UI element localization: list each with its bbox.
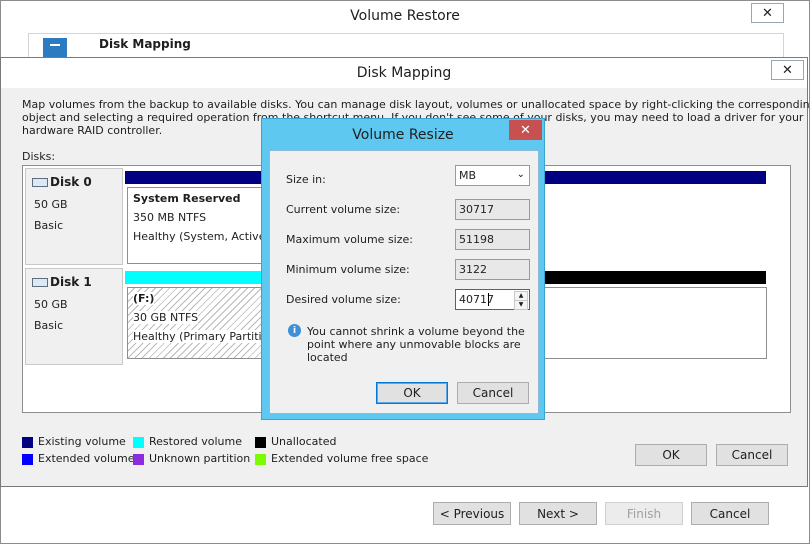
volume-restore-close-button[interactable]: ✕	[751, 3, 784, 23]
size-in-value: MB	[459, 169, 477, 182]
legend-unknown: Unknown partition	[149, 452, 251, 465]
volume-name: System Reserved	[133, 192, 241, 205]
disk-1-name: Disk 1	[50, 275, 92, 289]
info-line-1: You cannot shrink a volume beyond the	[307, 325, 525, 338]
disk-0-volume-system-reserved[interactable]: System Reserved 350 MB NTFS Healthy (Sys…	[127, 187, 269, 264]
volume-resize-dialog: Volume Resize ✕ Size in: MB ⌄ Current vo…	[261, 118, 545, 420]
disk-1-volume-f[interactable]: (F:) 30 GB NTFS Healthy (Primary Partiti…	[127, 287, 269, 359]
volume-name: (F:)	[133, 292, 155, 305]
volume-restore-title: Volume Restore	[350, 8, 460, 24]
disk-mapping-title: Disk Mapping	[356, 65, 452, 81]
desired-size-label: Desired volume size:	[286, 293, 401, 306]
previous-button[interactable]: < Previous	[433, 502, 511, 525]
resize-cancel-button[interactable]: Cancel	[457, 382, 529, 404]
disk-1-size: 50 GB	[34, 298, 68, 311]
disk-mapping-cancel-button[interactable]: Cancel	[716, 444, 788, 466]
info-line-3: located	[307, 351, 348, 364]
disk-mapping-titlebar: Disk Mapping	[1, 58, 807, 88]
legend-swatch-restored	[133, 437, 144, 448]
legend-extended-free: Extended volume free space	[271, 452, 429, 465]
info-icon: i	[288, 324, 301, 337]
current-size-label: Current volume size:	[286, 203, 401, 216]
desired-size-stepper[interactable]: 40717 ▲ ▼	[455, 289, 530, 310]
legend-restored: Restored volume	[149, 435, 242, 448]
info-line-2: point where any unmovable blocks are	[307, 338, 521, 351]
legend-unallocated: Unallocated	[271, 435, 337, 448]
legend-swatch-extended-free	[255, 454, 266, 465]
disk-1-info[interactable]: Disk 1 50 GB Basic	[25, 268, 123, 365]
resize-ok-button[interactable]: OK	[376, 382, 448, 404]
volume-size-fs: 30 GB NTFS	[133, 311, 199, 324]
wizard-step-title: Disk Mapping	[99, 37, 191, 51]
disk-0-size: 50 GB	[34, 198, 68, 211]
next-button[interactable]: Next >	[519, 502, 597, 525]
legend-swatch-existing	[22, 437, 33, 448]
volume-resize-body: Size in: MB ⌄ Current volume size: 30717…	[269, 150, 539, 414]
stepper-down-arrow-icon[interactable]: ▼	[514, 300, 528, 310]
disk-0-name: Disk 0	[50, 175, 92, 189]
finish-button[interactable]: Finish	[605, 502, 683, 525]
maximum-size-field: 51198	[455, 229, 530, 250]
maximum-size-label: Maximum volume size:	[286, 233, 413, 246]
disks-label: Disks:	[22, 150, 56, 163]
disk-0-type: Basic	[34, 219, 64, 232]
disk-0-info[interactable]: Disk 0 50 GB Basic	[25, 168, 123, 265]
legend-swatch-extended	[22, 454, 33, 465]
legend-existing: Existing volume	[38, 435, 126, 448]
wizard-header: Disk Mapping	[28, 33, 784, 60]
minimum-size-field: 3122	[455, 259, 530, 280]
description-line-1: Map volumes from the backup to available…	[22, 98, 810, 111]
volume-resize-close-button[interactable]: ✕	[509, 120, 542, 140]
disk-icon	[32, 278, 48, 287]
disk-mapping-ok-button[interactable]: OK	[635, 444, 707, 466]
current-size-field: 30717	[455, 199, 530, 220]
volume-resize-titlebar: Volume Resize	[262, 119, 544, 150]
volume-size-fs: 350 MB NTFS	[133, 211, 207, 224]
volume-restore-titlebar: Volume Restore	[1, 1, 809, 31]
volume-status: Healthy (System, Active,	[133, 230, 269, 243]
description-line-3: hardware RAID controller.	[22, 124, 163, 137]
minimum-size-label: Minimum volume size:	[286, 263, 410, 276]
volume-status: Healthy (Primary Partitio	[133, 330, 269, 343]
chevron-down-icon: ⌄	[516, 169, 525, 180]
text-cursor	[488, 293, 489, 306]
legend-swatch-unknown	[133, 454, 144, 465]
disk-mapping-close-button[interactable]: ✕	[771, 60, 804, 80]
size-in-label: Size in:	[286, 173, 326, 186]
disk-1-type: Basic	[34, 319, 64, 332]
wizard-cancel-button[interactable]: Cancel	[691, 502, 769, 525]
size-in-dropdown[interactable]: MB ⌄	[455, 165, 530, 186]
legend-swatch-unallocated	[255, 437, 266, 448]
disk-icon	[32, 178, 48, 187]
volume-resize-title: Volume Resize	[352, 126, 454, 143]
legend-extended: Extended volume	[38, 452, 135, 465]
